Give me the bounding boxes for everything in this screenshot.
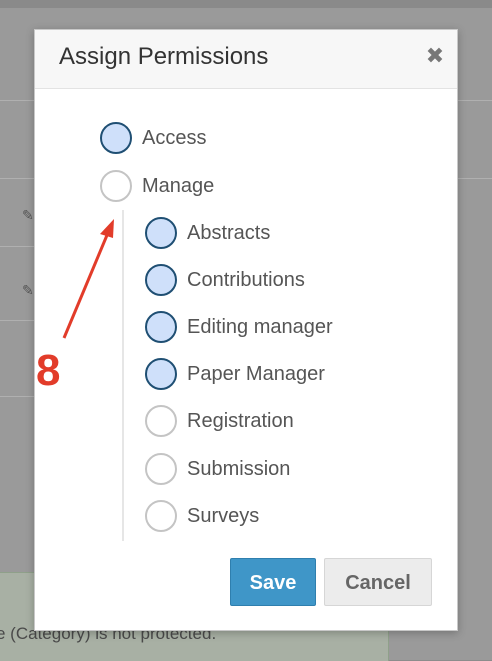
annotation-step-number: 8 bbox=[36, 346, 61, 395]
annotation-arrow bbox=[62, 219, 114, 339]
annotation-arrow-head bbox=[100, 219, 114, 238]
annotation-arrow-shaft bbox=[62, 227, 112, 339]
